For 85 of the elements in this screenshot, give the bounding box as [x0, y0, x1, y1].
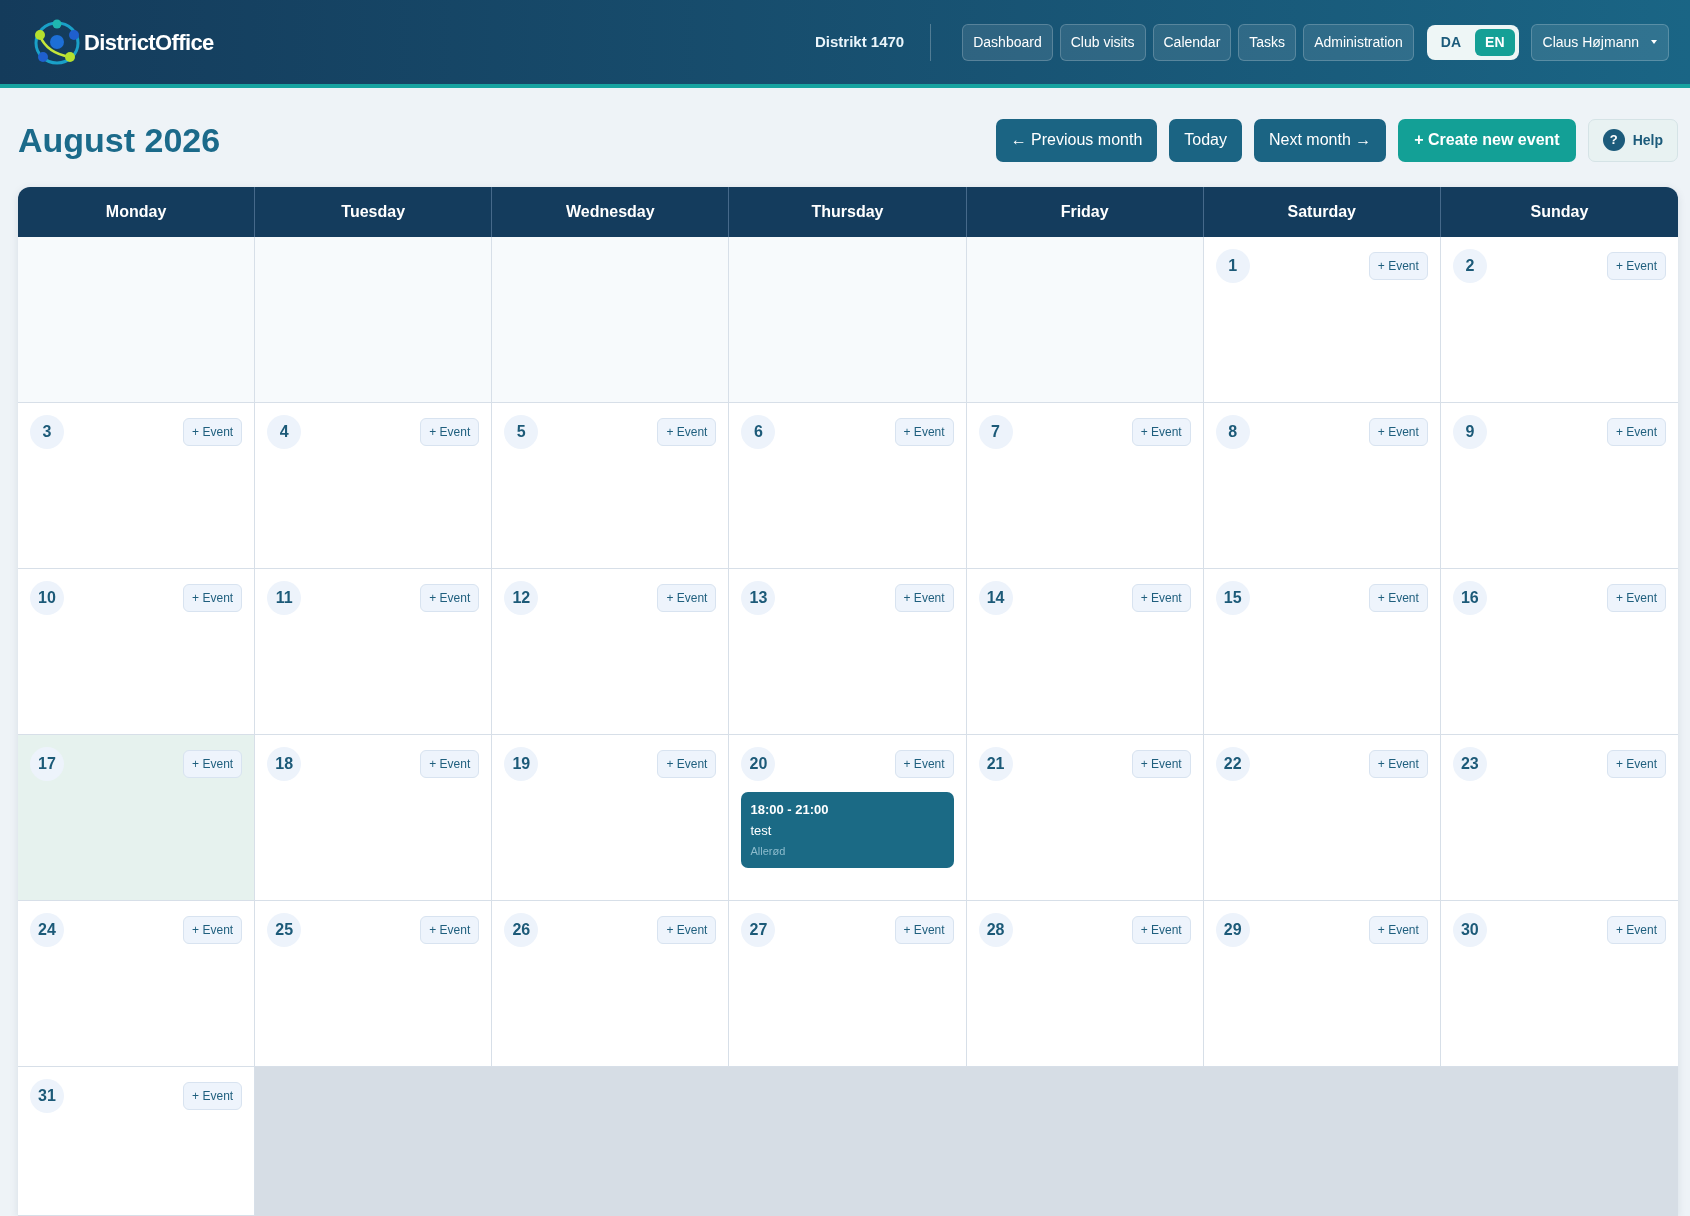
event-time: 18:00 - 21:00 — [750, 802, 830, 817]
add-event-button[interactable]: + Event — [420, 916, 480, 944]
day-number: 22 — [1215, 747, 1250, 781]
add-event-button[interactable]: + Event — [183, 418, 243, 446]
day-number: 18 — [267, 747, 302, 781]
day-number: 1 — [1215, 249, 1250, 283]
month-nav-button[interactable]: Next month → — [1254, 118, 1387, 162]
day-number: 20 — [741, 747, 776, 781]
month-title: August 2026 — [18, 119, 221, 161]
month-nav-button[interactable]: Today — [1169, 118, 1242, 162]
day-number: 11 — [267, 581, 302, 615]
user-menu-button[interactable]: Claus Højmann — [1530, 23, 1669, 61]
nav-button[interactable]: Administration — [1303, 23, 1414, 61]
month-nav-button[interactable]: ← Previous month — [995, 118, 1158, 162]
day-number: 27 — [741, 913, 776, 947]
add-event-button[interactable]: + Event — [420, 750, 480, 778]
add-event-button[interactable]: + Event — [894, 418, 954, 446]
day-number: 31 — [30, 1079, 64, 1113]
day-number: 7 — [978, 415, 1013, 449]
network-logo-icon — [33, 19, 81, 65]
day-number: 14 — [978, 581, 1013, 615]
day-number: 12 — [504, 581, 539, 615]
day-number: 9 — [1452, 415, 1487, 449]
day-number: 8 — [1215, 415, 1250, 449]
day-number: 25 — [267, 913, 302, 947]
help-icon: ? — [1602, 129, 1625, 151]
nav-button[interactable]: Tasks — [1238, 23, 1297, 61]
day-number: 4 — [267, 415, 302, 449]
language-option[interactable]: DA — [1430, 28, 1472, 56]
add-event-button[interactable]: + Event — [1131, 916, 1191, 944]
nav-button[interactable]: Club visits — [1059, 23, 1146, 61]
add-event-button[interactable]: + Event — [1606, 252, 1666, 280]
day-number: 10 — [30, 581, 64, 615]
day-number: 16 — [1452, 581, 1487, 615]
add-event-button[interactable]: + Event — [1606, 916, 1666, 944]
event-location: Allerød — [750, 844, 787, 858]
add-event-button[interactable]: + Event — [420, 584, 480, 612]
add-event-button[interactable]: + Event — [657, 916, 717, 944]
add-event-button[interactable]: + Event — [1606, 584, 1666, 612]
add-event-button[interactable]: + Event — [1131, 750, 1191, 778]
caret-icon — [1651, 40, 1657, 44]
add-event-button[interactable]: + Event — [894, 584, 954, 612]
nav-button[interactable]: Calendar — [1152, 23, 1232, 61]
event-card[interactable]: 18:00 - 21:00 test Allerød — [741, 792, 954, 868]
day-number: 6 — [741, 415, 776, 449]
add-event-button[interactable]: + Event — [1368, 584, 1428, 612]
nav-button[interactable]: Dashboard — [962, 23, 1053, 61]
day-number: 21 — [978, 747, 1013, 781]
day-number: 3 — [30, 415, 64, 449]
day-number: 15 — [1215, 581, 1250, 615]
day-number: 24 — [30, 913, 64, 947]
add-event-button[interactable]: + Event — [894, 916, 954, 944]
weekday-label: Sunday — [1529, 202, 1590, 222]
add-event-button[interactable]: + Event — [183, 1082, 243, 1110]
day-number: 2 — [1452, 249, 1487, 283]
help-button[interactable]: ? Help — [1587, 118, 1678, 162]
add-event-button[interactable]: + Event — [657, 750, 717, 778]
add-event-button[interactable]: + Event — [183, 750, 243, 778]
add-event-button[interactable]: + Event — [1368, 750, 1428, 778]
add-event-button[interactable]: + Event — [420, 418, 480, 446]
day-number: 17 — [30, 747, 64, 781]
day-number: 23 — [1452, 747, 1487, 781]
district-name: Distrikt 1470 — [815, 31, 905, 52]
day-number: 29 — [1215, 913, 1250, 947]
event-title: test — [750, 823, 773, 838]
add-event-button[interactable]: + Event — [1368, 916, 1428, 944]
day-number: 13 — [741, 581, 776, 615]
app-logo-text: DistrictOffice — [84, 28, 214, 57]
add-event-button[interactable]: + Event — [183, 584, 243, 612]
add-event-button[interactable]: + Event — [1131, 584, 1191, 612]
day-number: 28 — [978, 913, 1013, 947]
add-event-button[interactable]: + Event — [1606, 750, 1666, 778]
day-number: 26 — [504, 913, 539, 947]
help-label: Help — [1632, 130, 1663, 150]
day-number: 5 — [504, 415, 539, 449]
add-event-button[interactable]: + Event — [1368, 252, 1428, 280]
add-event-button[interactable]: + Event — [183, 916, 243, 944]
day-number: 30 — [1452, 913, 1487, 947]
day-number: 19 — [504, 747, 539, 781]
add-event-button[interactable]: + Event — [894, 750, 954, 778]
add-event-button[interactable]: + Event — [1606, 418, 1666, 446]
add-event-button[interactable]: + Event — [657, 418, 717, 446]
add-event-button[interactable]: + Event — [1131, 418, 1191, 446]
add-event-button[interactable]: + Event — [657, 584, 717, 612]
add-event-button[interactable]: + Event — [1368, 418, 1428, 446]
